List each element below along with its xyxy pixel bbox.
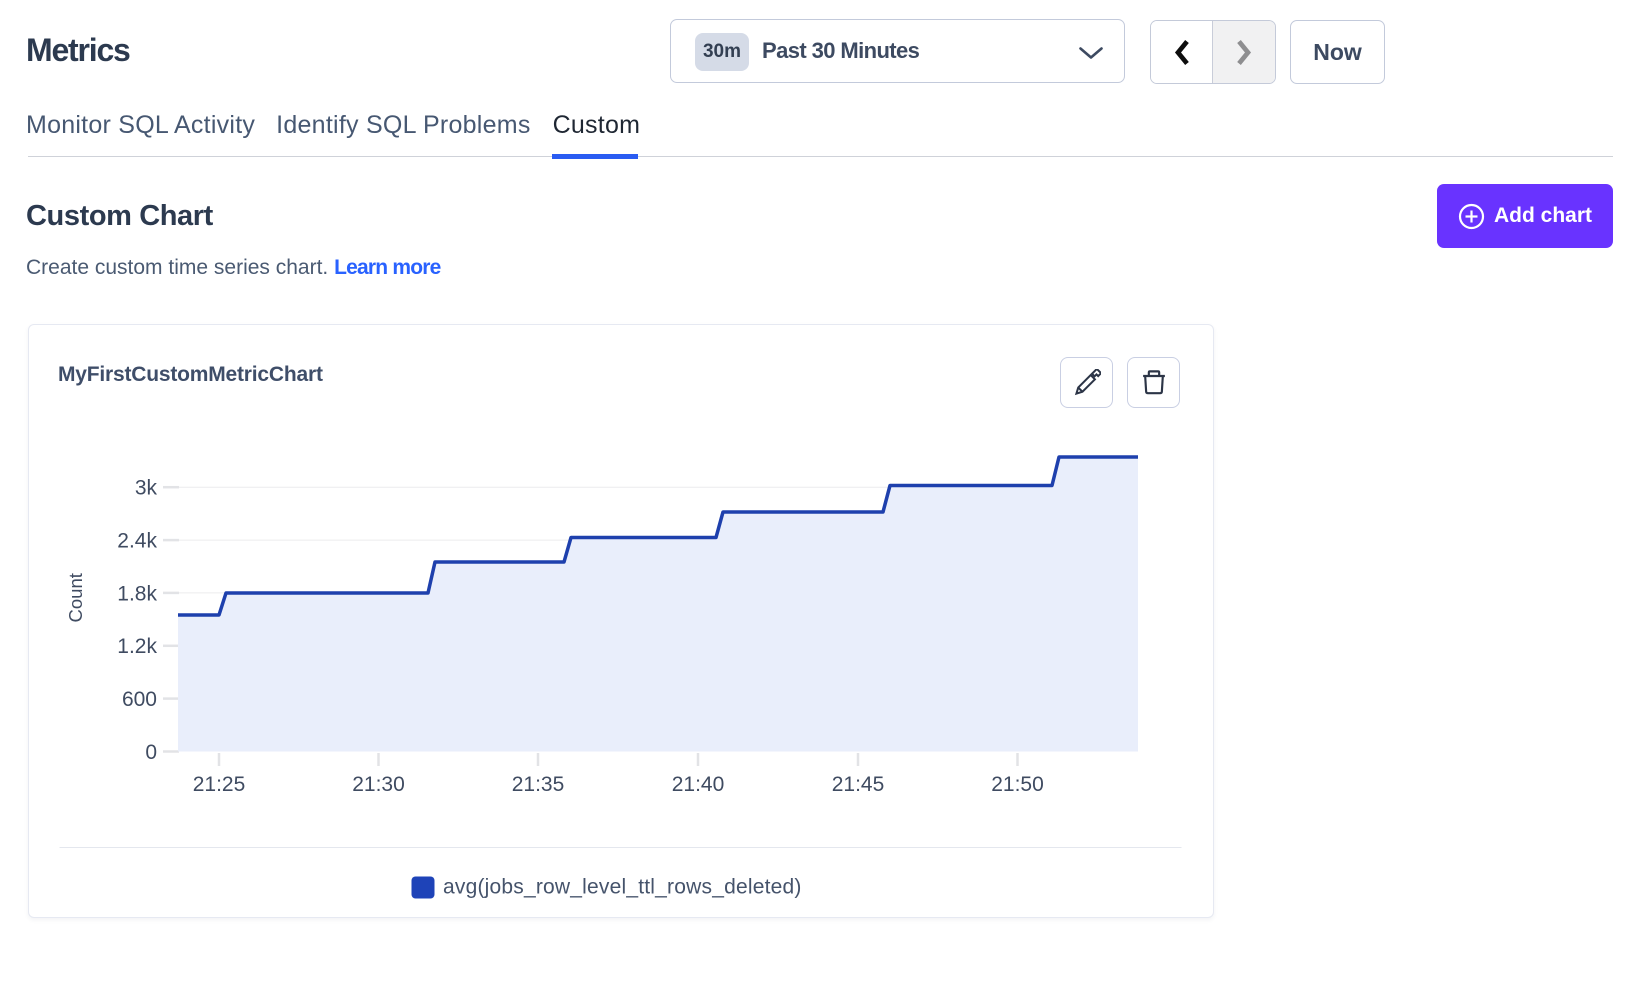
- svg-text:3k: 3k: [135, 477, 158, 500]
- svg-text:21:45: 21:45: [832, 773, 885, 796]
- svg-text:1.2k: 1.2k: [117, 635, 157, 658]
- svg-text:0: 0: [145, 741, 157, 764]
- svg-text:avg(jobs_row_level_ttl_rows_de: avg(jobs_row_level_ttl_rows_deleted): [443, 876, 802, 899]
- svg-text:21:40: 21:40: [672, 773, 725, 796]
- svg-text:21:25: 21:25: [193, 773, 246, 796]
- svg-text:2.4k: 2.4k: [117, 530, 157, 553]
- svg-text:Count: Count: [65, 573, 86, 622]
- svg-text:1.8k: 1.8k: [117, 582, 157, 605]
- svg-text:600: 600: [122, 688, 157, 711]
- svg-text:21:50: 21:50: [991, 773, 1044, 796]
- svg-text:21:30: 21:30: [352, 773, 405, 796]
- svg-text:21:35: 21:35: [512, 773, 565, 796]
